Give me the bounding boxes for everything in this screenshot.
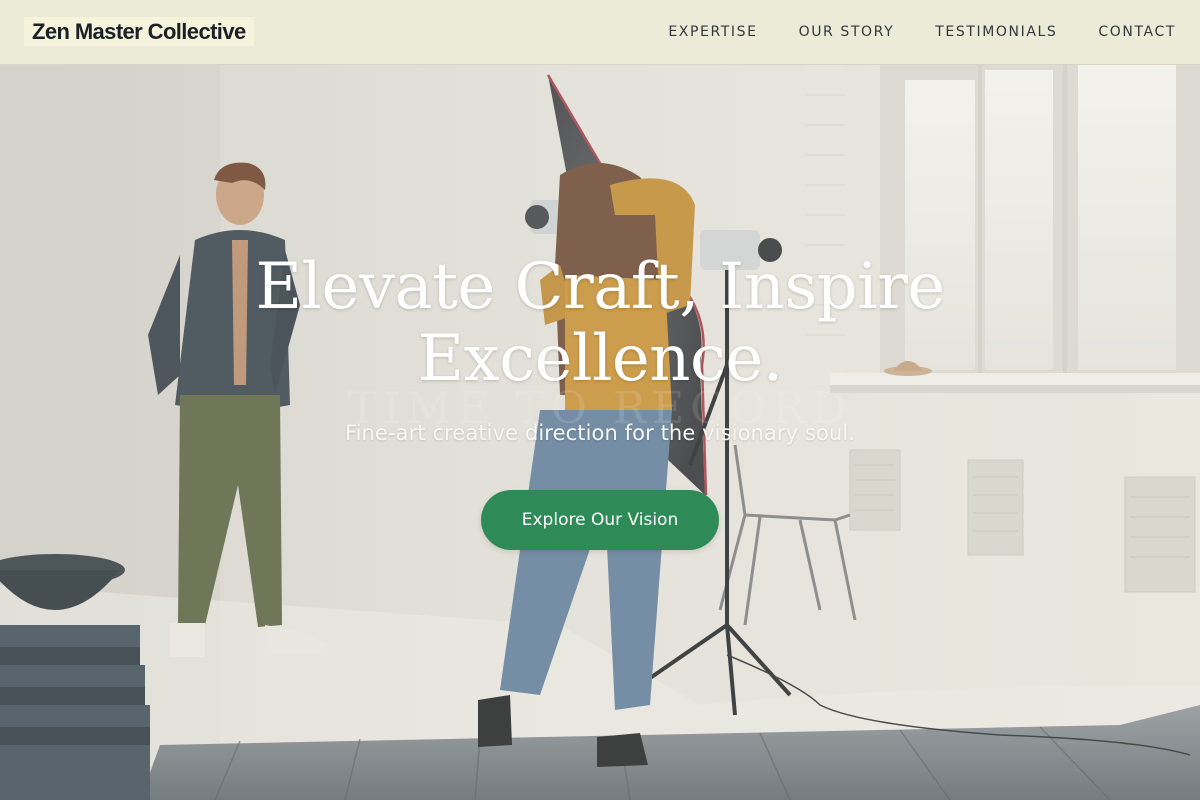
main-nav: EXPERTISE OUR STORY TESTIMONIALS CONTACT <box>668 22 1176 42</box>
nav-link-testimonials[interactable]: TESTIMONIALS <box>935 22 1057 42</box>
site-logo[interactable]: Zen Master Collective <box>24 17 254 46</box>
hero-headline: Elevate Craft, Inspire Excellence. <box>0 251 1200 395</box>
hero-headline-line-1: Elevate Craft, Inspire <box>255 250 945 324</box>
hero-headline-line-2: Excellence. <box>417 322 783 396</box>
hero-subheadline: Fine-art creative direction for the visi… <box>344 421 856 445</box>
nav-link-our-story[interactable]: OUR STORY <box>799 22 895 42</box>
hero-section: TIME TO RECORD Elevate Craft, Inspire Ex… <box>0 65 1200 800</box>
site-header: Zen Master Collective EXPERTISE OUR STOR… <box>0 0 1200 65</box>
nav-link-contact[interactable]: CONTACT <box>1098 22 1176 42</box>
explore-vision-button[interactable]: Explore Our Vision <box>481 490 719 550</box>
nav-link-expertise[interactable]: EXPERTISE <box>668 22 757 42</box>
